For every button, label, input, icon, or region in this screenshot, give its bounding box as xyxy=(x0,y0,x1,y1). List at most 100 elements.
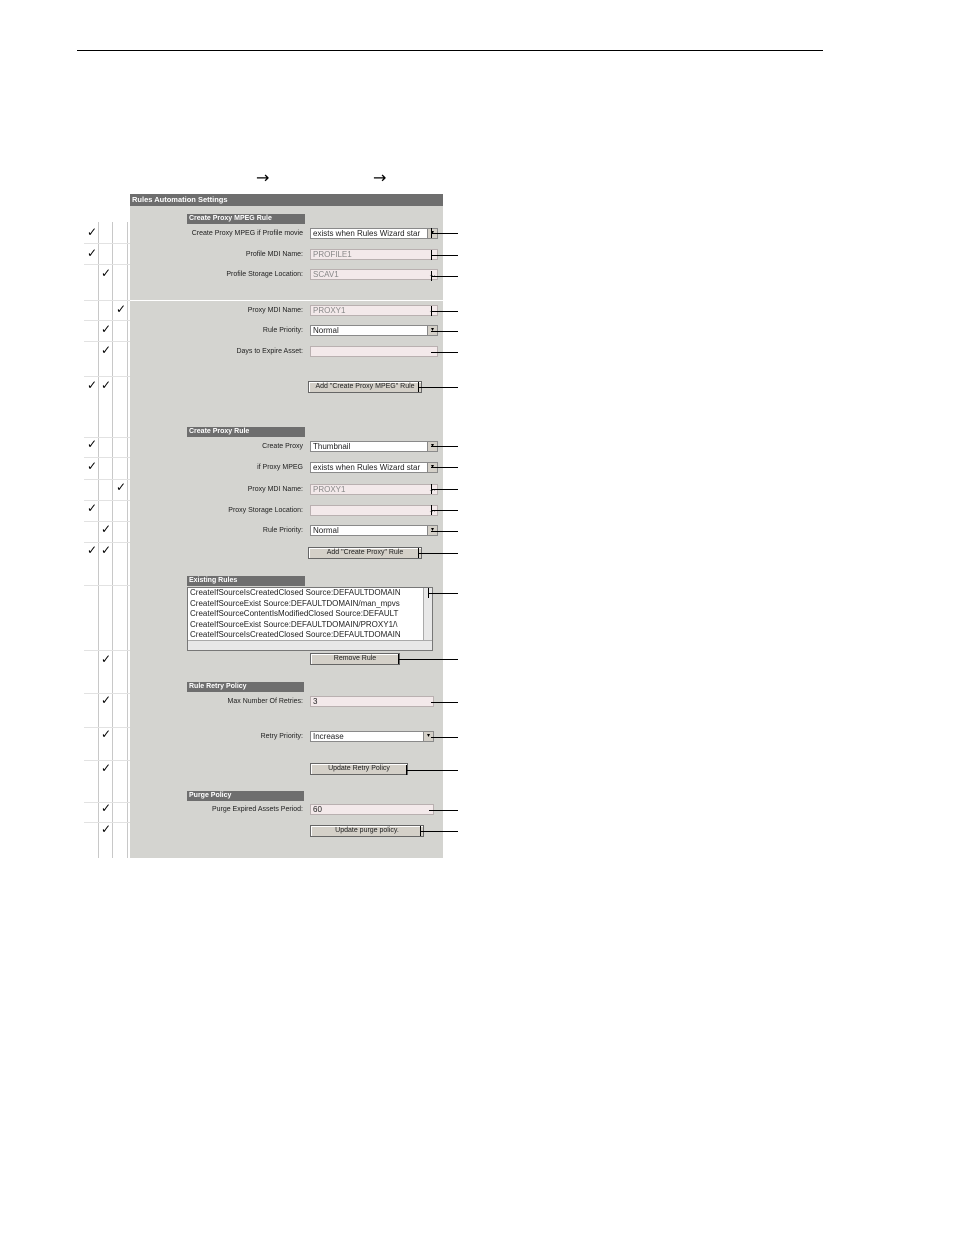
if-proxy-mpeg-value: exists when Rules Wizard star xyxy=(313,463,421,472)
section-header-retry: Rule Retry Policy xyxy=(187,682,304,692)
callout-line xyxy=(428,593,458,594)
rule-priority-value-2: Normal xyxy=(313,526,339,535)
proxy-mdi-input-2[interactable]: PROXY1 … xyxy=(310,484,438,495)
if-proxy-mpeg-select[interactable]: exists when Rules Wizard star ▾ xyxy=(310,462,438,473)
rule-priority-value: Normal xyxy=(313,326,339,335)
row-divider xyxy=(84,376,130,377)
check-icon: ✓ xyxy=(101,652,112,666)
add-proxy-mpeg-rule-button[interactable]: Add "Create Proxy MPEG" Rule xyxy=(308,381,422,393)
callout-tick xyxy=(431,484,432,494)
callout-tick xyxy=(431,271,432,281)
horizontal-scrollbar[interactable] xyxy=(188,640,432,650)
callout-tick xyxy=(431,306,432,316)
check-icon: ✓ xyxy=(101,343,112,357)
callout-line xyxy=(431,489,458,490)
section-header-proxy-mpeg: Create Proxy MPEG Rule xyxy=(187,214,305,224)
check-icon: ✓ xyxy=(101,322,112,336)
rule-priority-label: Rule Priority: xyxy=(262,327,303,334)
callout-tick xyxy=(428,588,429,598)
callout-line xyxy=(431,255,458,256)
callout-line xyxy=(418,553,458,554)
check-icon: ✓ xyxy=(116,302,127,316)
proxy-mdi-value-2: PROXY1 xyxy=(313,485,346,494)
arrow-right-icon: → xyxy=(373,168,387,187)
row-divider xyxy=(84,457,130,458)
profile-mdi-label: Profile MDI Name: xyxy=(245,251,303,258)
check-icon: ✓ xyxy=(101,693,112,707)
retry-priority-select[interactable]: Increase ▾ xyxy=(310,731,434,742)
proxy-mdi-input[interactable]: PROXY1 … xyxy=(310,305,438,316)
max-retries-input[interactable]: 3 xyxy=(310,696,434,707)
separator xyxy=(130,300,443,301)
update-retry-policy-button[interactable]: Update Retry Policy xyxy=(310,763,408,775)
callout-tick xyxy=(431,250,432,260)
profile-storage-label: Profile Storage Location: xyxy=(226,271,303,278)
purge-period-value: 60 xyxy=(313,805,322,814)
max-retries-value: 3 xyxy=(313,697,318,706)
row-divider xyxy=(84,650,130,651)
rule-priority-label-2: Rule Priority: xyxy=(262,527,303,534)
callout-line xyxy=(418,387,458,388)
check-icon: ✓ xyxy=(116,480,127,494)
create-proxy-mpeg-select[interactable]: exists when Rules Wizard star ▾ xyxy=(310,228,438,239)
update-purge-policy-button[interactable]: Update purge policy. xyxy=(310,825,424,837)
purge-period-input[interactable]: 60 xyxy=(310,804,434,815)
row-divider xyxy=(84,585,130,586)
proxy-mdi-label: Proxy MDI Name: xyxy=(247,307,303,314)
proxy-storage-input[interactable]: … xyxy=(310,505,438,516)
check-icon: ✓ xyxy=(101,801,112,815)
column-divider xyxy=(127,222,128,858)
create-proxy-label: Create Proxy xyxy=(262,443,303,450)
check-icon: ✓ xyxy=(87,501,98,515)
check-icon: ✓ xyxy=(101,761,112,775)
callout-tick xyxy=(420,826,421,836)
proxy-mdi-label-2: Proxy MDI Name: xyxy=(247,486,303,493)
proxy-storage-label: Proxy Storage Location: xyxy=(228,507,303,514)
section-header-existing: Existing Rules xyxy=(187,576,305,586)
remove-rule-button[interactable]: Remove Rule xyxy=(310,653,400,665)
check-icon: ✓ xyxy=(87,225,98,239)
column-divider xyxy=(98,222,99,858)
callout-tick xyxy=(406,765,407,775)
create-proxy-select[interactable]: Thumbnail ▾ xyxy=(310,441,438,452)
list-item[interactable]: CreateIfSourceContentIsModifiedClosed So… xyxy=(188,609,422,620)
check-icon: ✓ xyxy=(87,437,98,451)
add-proxy-rule-button[interactable]: Add "Create Proxy" Rule xyxy=(308,547,422,559)
list-item[interactable]: CreateIfSourceIsCreatedClosed Source:DEF… xyxy=(188,588,422,599)
callout-line xyxy=(431,311,458,312)
callout-tick xyxy=(398,654,399,664)
list-item[interactable]: CreateIfSourceExist Source:DEFAULTDOMAIN… xyxy=(188,599,422,610)
row-divider xyxy=(84,341,130,342)
panel-title: Rules Automation Settings xyxy=(130,194,443,206)
check-icon: ✓ xyxy=(101,378,112,392)
callout-line xyxy=(429,810,458,811)
check-icon: ✓ xyxy=(87,459,98,473)
existing-rules-list[interactable]: CreateIfSourceIsCreatedClosed Source:DEF… xyxy=(187,587,433,651)
check-icon: ✓ xyxy=(101,543,112,557)
list-item[interactable]: CreateIfSourceIsCreatedClosed Source:DEF… xyxy=(188,630,422,641)
callout-line xyxy=(431,702,458,703)
row-divider xyxy=(84,264,130,265)
callout-tick xyxy=(431,505,432,515)
callout-line xyxy=(431,276,458,277)
check-icon: ✓ xyxy=(101,522,112,536)
callout-line xyxy=(431,467,458,468)
column-divider xyxy=(112,222,113,858)
callout-tick xyxy=(431,228,432,238)
profile-mdi-value: PROFILE1 xyxy=(313,250,352,259)
rule-priority-select-2[interactable]: Normal ▾ xyxy=(310,525,438,536)
retry-priority-value: Increase xyxy=(313,732,344,741)
header-rule xyxy=(77,50,823,51)
rule-priority-select[interactable]: Normal ▾ xyxy=(310,325,438,336)
check-icon: ✓ xyxy=(101,266,112,280)
profile-mdi-input[interactable]: PROFILE1 xyxy=(310,249,438,260)
check-icon: ✓ xyxy=(87,543,98,557)
list-item[interactable]: CreateIfSourceExist Source:DEFAULTDOMAIN… xyxy=(188,620,422,631)
section-header-proxy: Create Proxy Rule xyxy=(187,427,305,437)
profile-storage-input[interactable]: SCAV1 … xyxy=(310,269,438,280)
max-retries-label: Max Number Of Retries: xyxy=(227,698,303,705)
callout-line xyxy=(431,531,458,532)
days-expire-input[interactable] xyxy=(310,346,438,357)
purge-period-label: Purge Expired Assets Period: xyxy=(211,806,303,813)
check-icon: ✓ xyxy=(87,246,98,260)
